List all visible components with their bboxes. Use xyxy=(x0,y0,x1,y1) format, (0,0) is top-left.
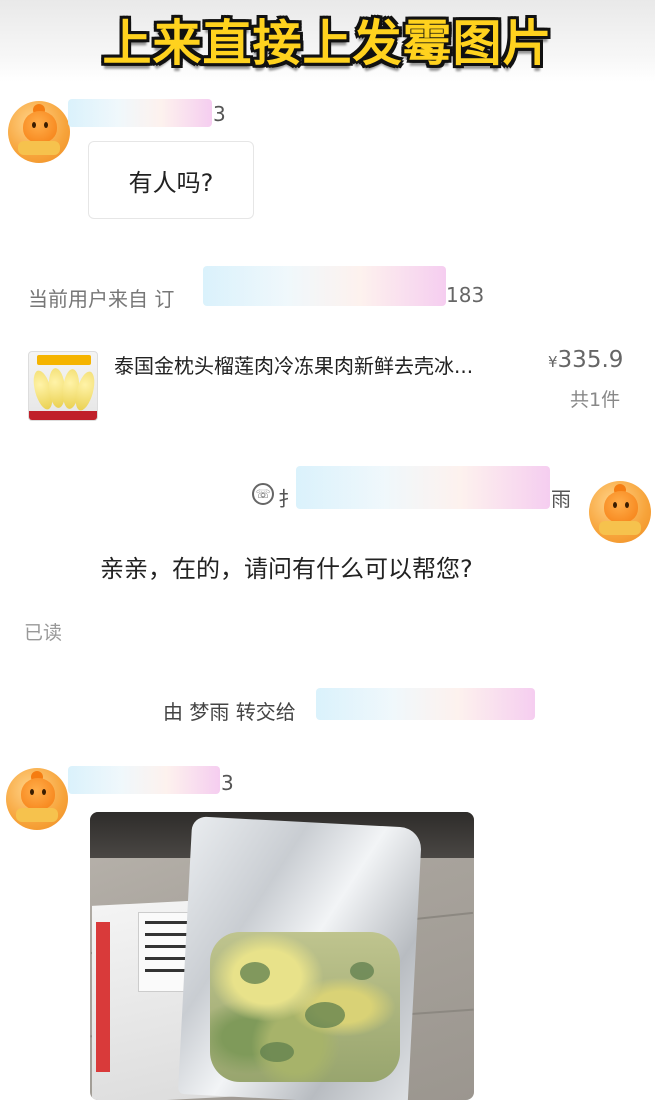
transfer-notice: 由 梦雨 转交给 xyxy=(163,700,296,724)
order-number-blurred xyxy=(203,266,446,306)
seller-name-prefix: 扌 xyxy=(278,487,298,511)
product-title[interactable]: 泰国金枕头榴莲肉冷冻果肉新鲜去壳冰... xyxy=(114,350,473,379)
source-prefix: 当前用户来自 订 xyxy=(28,287,175,311)
message-text: 有人吗? xyxy=(128,168,214,197)
product-count: 共1件 xyxy=(570,389,621,411)
customer-avatar[interactable] xyxy=(8,101,70,163)
customer-name-suffix: 3 xyxy=(221,771,234,795)
phone-icon: ☏ xyxy=(252,483,274,505)
currency-symbol: ¥ xyxy=(548,353,558,371)
product-thumbnail[interactable] xyxy=(28,351,98,421)
source-suffix: 183 xyxy=(446,283,485,307)
customer-name-blurred xyxy=(68,766,220,794)
product-price: ¥335.9 xyxy=(548,347,623,373)
chat-screen: 上来直接上发霉图片 3 有人吗? 当前用户来自 订 183 泰国金枕头榴莲肉冷冻… xyxy=(0,0,655,1100)
seller-avatar[interactable] xyxy=(589,481,651,543)
customer-name-blurred xyxy=(68,99,212,127)
message-bubble[interactable]: 有人吗? xyxy=(88,141,254,219)
seller-name-blurred xyxy=(296,466,550,509)
caption-title: 上来直接上发霉图片 xyxy=(102,15,553,72)
seller-name-suffix: 雨 xyxy=(551,487,571,511)
price-value: 335.9 xyxy=(557,347,624,373)
seller-reply[interactable]: 亲亲，在的，请问有什么可以帮您? xyxy=(100,553,530,585)
transfer-target-blurred xyxy=(316,688,535,720)
read-status: 已读 xyxy=(24,622,63,644)
moldy-durian-photo[interactable] xyxy=(90,812,474,1100)
customer-avatar[interactable] xyxy=(6,768,68,830)
customer-name-suffix: 3 xyxy=(213,102,226,126)
caption-banner: 上来直接上发霉图片 xyxy=(0,0,655,82)
